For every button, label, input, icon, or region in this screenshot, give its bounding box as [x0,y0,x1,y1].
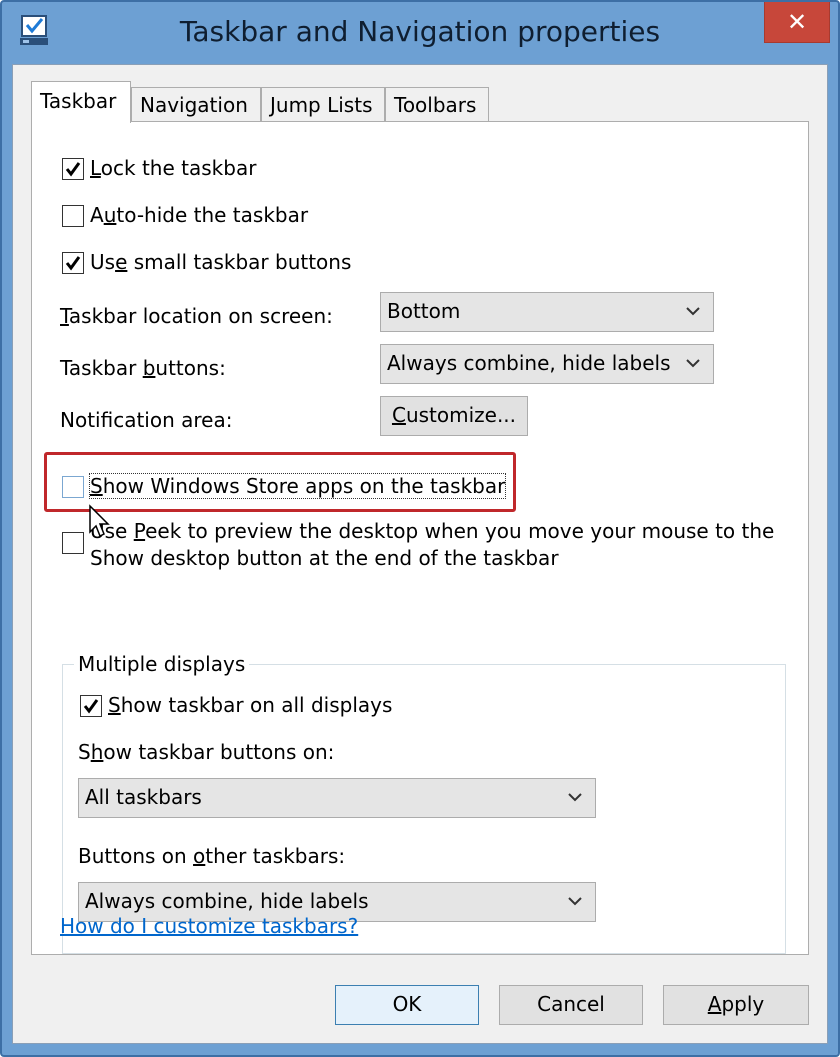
chevron-down-icon [568,897,582,906]
taskbar-location-value: Bottom [387,299,461,323]
show-buttons-on-value: All taskbars [85,785,202,809]
highlight-annotation-box [44,452,516,512]
taskbar-location-label: Taskbar location on screen: [60,304,333,328]
check-mark-icon [65,162,81,177]
notification-area-label: Notification area: [60,408,233,432]
dialog-window: Taskbar and Navigation properties ✕ Task… [0,0,840,1057]
tab-jump-lists[interactable]: Jump Lists [261,87,385,121]
mouse-cursor-icon [89,504,110,538]
chevron-down-icon [686,307,700,316]
taskbar-buttons-value: Always combine, hide labels [387,351,671,375]
peek-checkbox[interactable] [62,532,84,554]
ok-button[interactable]: OK [335,985,479,1025]
tab-navigation[interactable]: Navigation [131,87,261,121]
other-taskbars-value: Always combine, hide labels [85,889,369,913]
show-buttons-on-select[interactable]: All taskbars [78,778,596,818]
tab-taskbar[interactable]: Taskbar [31,81,131,123]
cancel-button[interactable]: Cancel [499,985,643,1025]
dialog-client-area: Taskbar Navigation Jump Lists Toolbars L… [12,64,828,1044]
taskbar-buttons-label: Taskbar buttons: [60,356,226,380]
customize-button[interactable]: Customize... [380,396,528,436]
taskbar-tab-panel: Lock the taskbar Auto-hide the taskbar U… [31,121,809,955]
chevron-down-icon [686,359,700,368]
apply-button[interactable]: Apply [663,985,809,1025]
taskbar-buttons-select[interactable]: Always combine, hide labels [380,344,714,384]
small-buttons-checkbox[interactable] [62,252,84,274]
tab-toolbars[interactable]: Toolbars [385,87,489,121]
multiple-displays-title: Multiple displays [74,652,250,676]
chevron-down-icon [568,793,582,802]
title-bar[interactable]: Taskbar and Navigation properties ✕ [2,2,838,64]
show-buttons-on-label: Show taskbar buttons on: [78,740,335,764]
peek-label-line1[interactable]: Use Peek to preview the desktop when you… [90,519,774,543]
close-button[interactable]: ✕ [764,2,830,43]
lock-taskbar-label[interactable]: Lock the taskbar [90,156,256,180]
check-mark-icon [83,699,99,714]
help-link[interactable]: How do I customize taskbars? [60,914,358,938]
peek-label-line2[interactable]: Show desktop button at the end of the ta… [90,546,559,570]
check-mark-icon [65,256,81,271]
other-taskbars-label: Buttons on other taskbars: [78,844,346,868]
lock-taskbar-checkbox[interactable] [62,158,84,180]
show-all-displays-checkbox[interactable] [80,695,102,717]
taskbar-location-select[interactable]: Bottom [380,292,714,332]
show-all-displays-label[interactable]: Show taskbar on all displays [108,693,392,717]
auto-hide-checkbox[interactable] [62,205,84,227]
small-buttons-label[interactable]: Use small taskbar buttons [90,250,351,274]
auto-hide-label[interactable]: Auto-hide the taskbar [90,203,308,227]
window-title: Taskbar and Navigation properties [179,15,661,48]
